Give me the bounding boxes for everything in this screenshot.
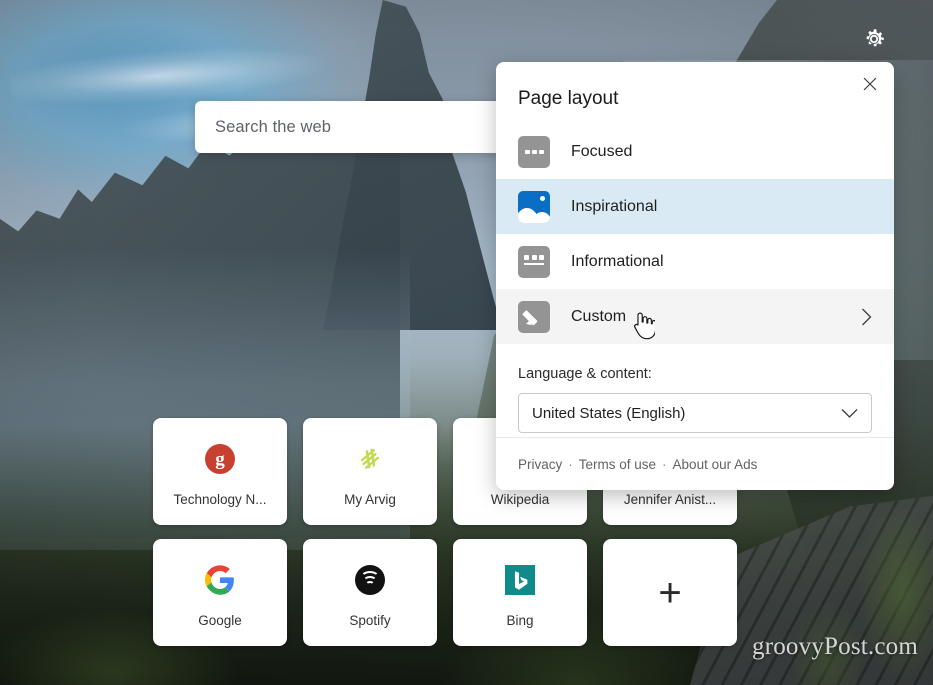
page-layout-panel: Page layout Focused Inspirational Inform… — [496, 62, 894, 490]
page-settings-button[interactable] — [857, 22, 891, 56]
tile-label: Spotify — [349, 613, 391, 628]
close-panel-button[interactable] — [854, 70, 886, 102]
close-icon — [863, 77, 877, 96]
bing-icon — [503, 563, 537, 597]
layout-option-label: Custom — [571, 307, 627, 325]
informational-layout-icon — [518, 245, 550, 278]
layout-option-inspirational[interactable]: Inspirational — [496, 179, 894, 234]
about-our-ads-link[interactable]: About our Ads — [673, 457, 758, 472]
layout-options-list: Focused Inspirational Informational Cust… — [496, 124, 894, 344]
arvig-icon — [353, 442, 387, 476]
layout-option-label: Inspirational — [571, 197, 658, 215]
privacy-link[interactable]: Privacy — [518, 457, 562, 472]
technology-news-icon: g — [203, 442, 237, 476]
gear-icon — [861, 26, 887, 52]
terms-of-use-link[interactable]: Terms of use — [579, 457, 656, 472]
tile-bing[interactable]: Bing — [453, 539, 587, 646]
panel-title: Page layout — [518, 88, 619, 109]
language-label: Language & content: — [518, 366, 652, 382]
new-tab-page: Search the web g Technology N... My Arvi… — [0, 0, 933, 685]
custom-layout-icon — [518, 300, 550, 333]
spotify-icon — [353, 563, 387, 597]
language-selected-value: United States (English) — [532, 404, 686, 422]
tile-spotify[interactable]: Spotify — [303, 539, 437, 646]
focused-layout-icon — [518, 135, 550, 168]
language-section: Language & content: United States (Engli… — [496, 344, 894, 433]
add-shortcut-button[interactable]: + — [603, 539, 737, 646]
quick-links-row: Google Spotify Bing + — [153, 539, 739, 646]
inspirational-layout-icon — [518, 190, 550, 223]
layout-option-custom[interactable]: Custom — [496, 289, 894, 344]
google-icon — [203, 563, 237, 597]
tile-label: My Arvig — [344, 492, 396, 507]
tile-label: Google — [198, 613, 242, 628]
tile-label: Jennifer Anist... — [623, 492, 717, 507]
tile-label: Wikipedia — [490, 492, 550, 507]
chevron-right-icon — [861, 308, 872, 326]
tile-technology-news[interactable]: g Technology N... — [153, 418, 287, 525]
search-placeholder: Search the web — [215, 117, 332, 136]
tile-google[interactable]: Google — [153, 539, 287, 646]
panel-footer: Privacy · Terms of use · About our Ads — [496, 437, 894, 490]
layout-option-label: Focused — [571, 142, 633, 160]
footer-separator: · — [568, 456, 573, 472]
plus-icon: + — [658, 570, 682, 615]
tile-label: Technology N... — [173, 492, 267, 507]
language-select[interactable]: United States (English) — [518, 393, 872, 433]
chevron-down-icon — [841, 408, 858, 419]
layout-option-label: Informational — [571, 252, 664, 270]
watermark: groovyPost.com — [752, 633, 918, 660]
tile-my-arvig[interactable]: My Arvig — [303, 418, 437, 525]
tile-label: Bing — [506, 613, 534, 628]
layout-option-focused[interactable]: Focused — [496, 124, 894, 179]
layout-option-informational[interactable]: Informational — [496, 234, 894, 289]
footer-separator: · — [662, 456, 667, 472]
